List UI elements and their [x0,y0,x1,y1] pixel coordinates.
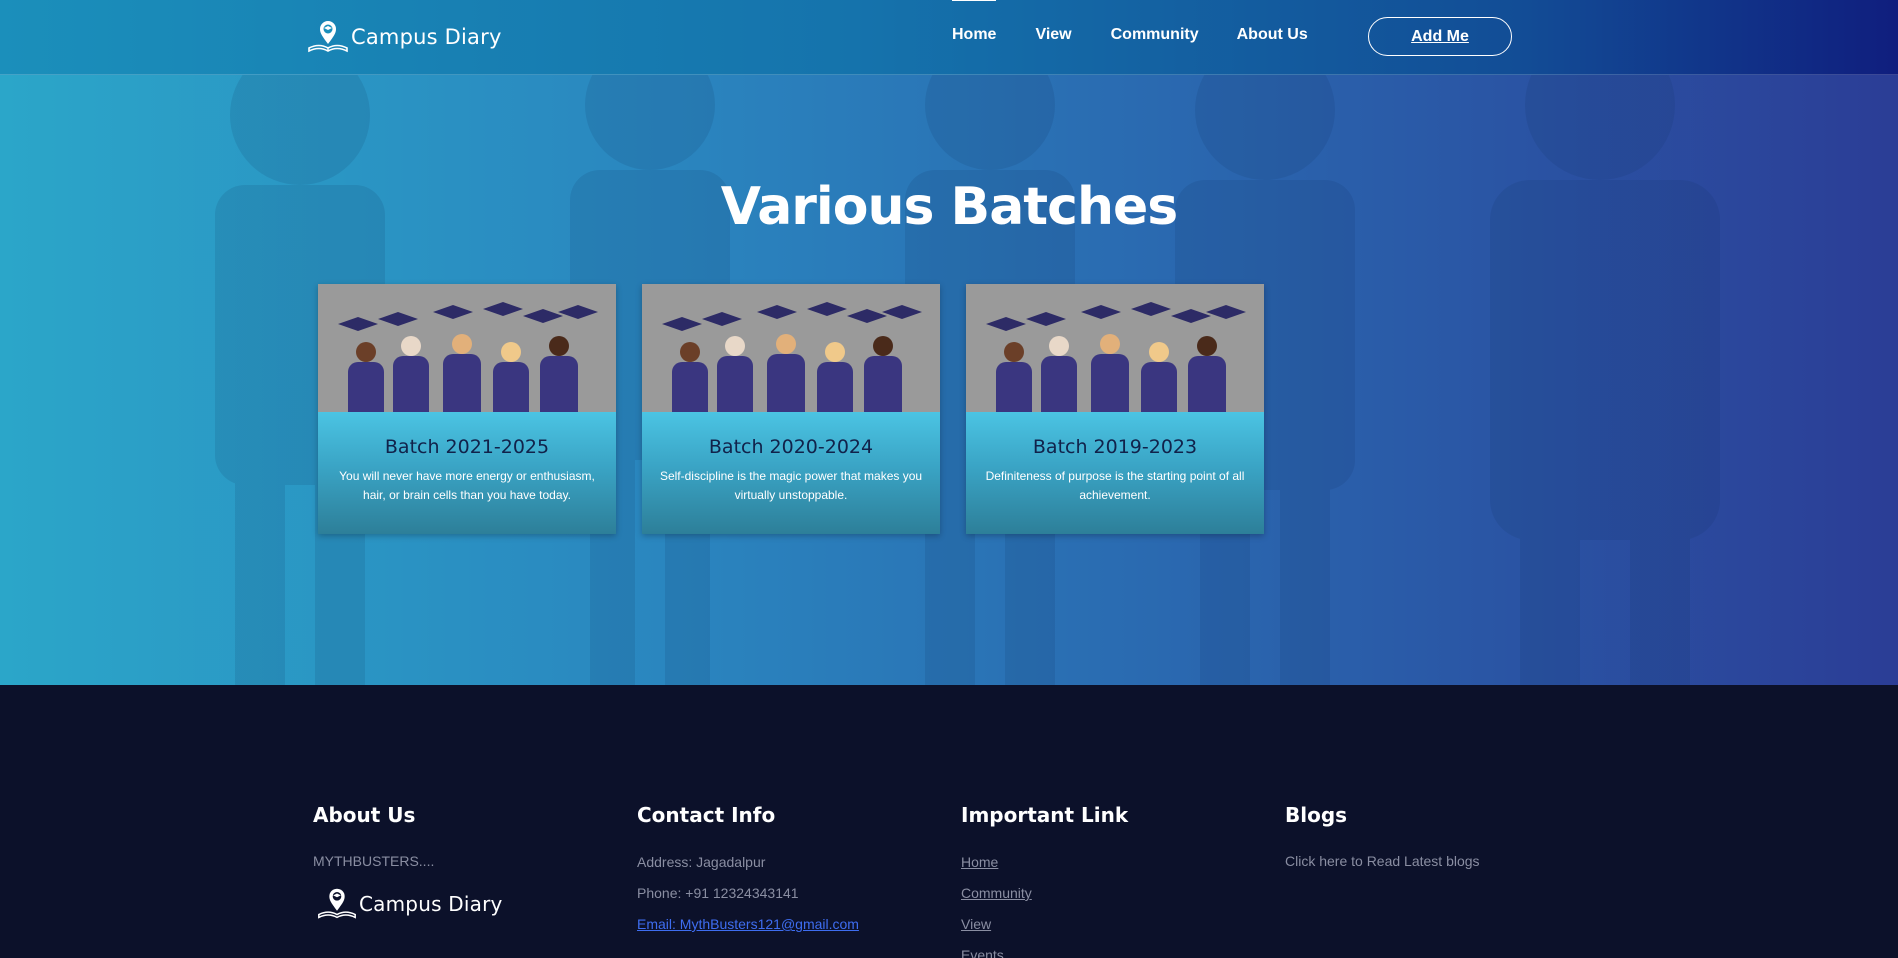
footer-link-home[interactable]: Home [961,854,998,870]
nav-view[interactable]: View [1035,26,1071,44]
batch-card[interactable]: Batch 2020-2024 Self-discipline is the m… [642,284,940,534]
main-nav: Home View Community About Us [952,0,1308,44]
batches-section: Various Batches Batch 2021-2025 You will… [0,75,1898,685]
card-title: Batch 2020-2024 [708,436,874,458]
footer-contact-heading: Contact Info [637,803,776,827]
footer-about-text: MYTHBUSTERS.... [313,853,435,869]
footer-link-view[interactable]: View [961,916,991,932]
section-title: Various Batches [720,177,1178,237]
card-body: Batch 2021-2025 You will never have more… [318,412,616,534]
site-logo[interactable]: Campus Diary [305,18,502,56]
footer-link-events[interactable]: Events [961,947,1004,958]
batch-card[interactable]: Batch 2021-2025 You will never have more… [318,284,616,534]
logo-text: Campus Diary [351,25,502,49]
logo-book-pin-icon [318,888,356,919]
site-footer: About Us MYTHBUSTERS.... Campus Diary Co… [0,685,1898,958]
footer-about-heading: About Us [313,803,416,827]
add-me-button[interactable]: Add Me [1368,17,1512,56]
footer-link-community[interactable]: Community [961,885,1032,901]
footer-blogs-heading: Blogs [1285,803,1348,827]
card-title: Batch 2021-2025 [384,436,550,458]
footer-contact: Contact Info Address: Jagadalpur Phone: … [637,803,859,946]
footer-logo[interactable]: Campus Diary [315,885,503,923]
logo-book-pin-icon [308,21,348,53]
footer-blogs-link[interactable]: Click here to Read Latest blogs [1285,853,1480,869]
batch-card[interactable]: Batch 2019-2023 Definiteness of purpose … [966,284,1264,534]
card-body: Batch 2019-2023 Definiteness of purpose … [966,412,1264,534]
nav-community[interactable]: Community [1111,26,1199,44]
footer-logo-text: Campus Diary [359,892,503,916]
card-description: You will never have more energy or enthu… [339,469,595,502]
card-title: Batch 2019-2023 [1032,436,1198,458]
card-body: Batch 2020-2024 Self-discipline is the m… [642,412,940,534]
card-description: Definiteness of purpose is the starting … [985,469,1245,502]
footer-links: Important Link Home Community View Event… [961,803,1128,958]
site-header: Campus Diary Home View Community About U… [0,0,1898,75]
footer-links-heading: Important Link [961,803,1129,827]
card-description: Self-discipline is the magic power that … [659,469,923,502]
footer-phone: Phone: +91 12324343141 [637,885,799,901]
footer-email-link[interactable]: Email: MythBusters121@gmail.com [637,916,859,932]
footer-about: About Us MYTHBUSTERS.... Campus Diary [313,803,503,923]
nav-home[interactable]: Home [952,0,997,44]
footer-blogs: Blogs Click here to Read Latest blogs [1285,803,1480,869]
background-students-illustration [215,75,1720,685]
nav-about-us[interactable]: About Us [1237,26,1308,44]
footer-address: Address: Jagadalpur [637,854,766,870]
